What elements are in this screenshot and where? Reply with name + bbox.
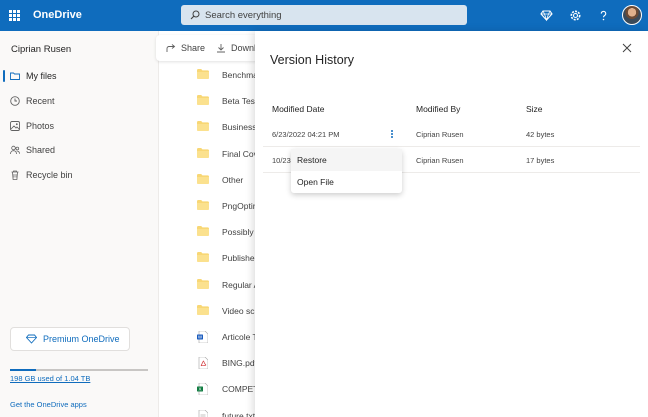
gear-icon[interactable] (569, 9, 582, 22)
premium-button[interactable]: Premium OneDrive (10, 327, 130, 351)
file-name: Video scr (222, 305, 258, 316)
image-icon (10, 121, 20, 131)
download-button[interactable]: Downl (216, 43, 256, 53)
user-name: Ciprian Rusen (11, 44, 72, 55)
people-icon (10, 145, 20, 155)
version-date: 6/23/2022 04:21 PM (272, 130, 340, 139)
search-box[interactable]: Search everything (181, 5, 467, 25)
sidebar-item-my-files[interactable]: My files (0, 66, 158, 86)
sidebar-item-recycle-bin[interactable]: Recycle bin (0, 165, 158, 185)
list-item[interactable]: future.txt (159, 403, 259, 417)
clock-icon (10, 96, 20, 106)
pdf-file-icon (197, 356, 209, 371)
excel-file-icon: X (197, 383, 209, 397)
sidebar-item-label: Recent (26, 96, 55, 106)
brand-title[interactable]: OneDrive (33, 9, 82, 21)
text-file-icon (197, 409, 209, 417)
folder-icon (197, 200, 209, 212)
help-icon[interactable] (597, 9, 610, 22)
file-name: Final Cov (222, 148, 258, 159)
folder-icon (197, 95, 209, 107)
list-item[interactable]: BING.pdf (159, 350, 259, 376)
get-apps-link[interactable]: Get the OneDrive apps (10, 400, 87, 409)
more-options-icon[interactable] (390, 129, 394, 140)
folder-icon (197, 173, 209, 186)
file-name: Beta Test (222, 96, 258, 107)
folder-icon (197, 304, 209, 317)
list-item[interactable]: W Articole T (159, 324, 259, 350)
list-item[interactable]: PngOptin (159, 193, 259, 219)
file-name: Possibly (222, 227, 254, 238)
folder-icon (197, 121, 209, 133)
version-author: Ciprian Rusen (416, 130, 464, 139)
menu-item-open-file[interactable]: Open File (291, 171, 402, 193)
menu-item-restore[interactable]: Restore (291, 149, 402, 171)
share-label: Share (181, 43, 206, 53)
panel-title: Version History (270, 53, 355, 67)
sidebar: Ciprian Rusen My files Recent Photos Sha… (0, 31, 158, 417)
version-date: 10/23 (272, 156, 291, 165)
list-item[interactable]: Possibly (159, 219, 259, 245)
sidebar-item-shared[interactable]: Shared (0, 140, 158, 160)
column-header-modified-by[interactable]: Modified By (416, 104, 460, 114)
storage-meter-fill (10, 369, 36, 371)
folder-icon (197, 252, 209, 264)
list-item[interactable]: Business (159, 114, 259, 140)
share-button[interactable]: Share (166, 43, 205, 53)
close-icon[interactable] (622, 43, 632, 53)
list-item[interactable]: Video scr (159, 298, 259, 324)
folder-icon (197, 147, 209, 160)
version-size: 42 bytes (526, 130, 555, 139)
storage-meter (10, 369, 148, 371)
file-name: Publishe (222, 253, 255, 264)
file-name: Benchma (222, 70, 258, 80)
version-size: 17 bytes (526, 156, 555, 165)
context-menu: Restore Open File (291, 149, 402, 193)
list-item[interactable]: Benchma (159, 62, 259, 88)
app-launcher-icon[interactable] (9, 10, 20, 21)
download-icon (217, 44, 225, 53)
sidebar-item-recent[interactable]: Recent (0, 91, 158, 111)
list-item[interactable]: Other (159, 167, 259, 193)
version-history-panel: Version History Modified Date Modified B… (255, 31, 648, 417)
sidebar-item-label: My files (26, 71, 57, 81)
list-item[interactable]: Beta Test (159, 88, 259, 114)
sidebar-item-label: Photos (26, 121, 55, 131)
storage-link[interactable]: 198 GB used of 1.04 TB (10, 374, 90, 383)
sidebar-item-photos[interactable]: Photos (0, 116, 158, 136)
folder-icon (197, 69, 209, 81)
premium-label: Premium OneDrive (43, 334, 120, 344)
search-input[interactable]: Search everything (205, 10, 282, 21)
folder-icon (197, 278, 209, 291)
version-author: Ciprian Rusen (416, 156, 464, 165)
folder-icon (10, 72, 20, 80)
list-item[interactable]: X COMPETI (159, 376, 261, 402)
column-header-date[interactable]: Modified Date (272, 104, 324, 114)
list-item[interactable]: Regular A (159, 272, 259, 298)
top-bar: OneDrive Search everything (0, 0, 648, 31)
sidebar-item-label: Recycle bin (26, 170, 73, 180)
diamond-icon[interactable] (540, 9, 553, 22)
list-item[interactable]: Final Cov (159, 141, 259, 167)
search-icon (190, 10, 200, 20)
word-file-icon: W (197, 330, 209, 345)
share-icon (166, 44, 176, 52)
file-name: future.txt (222, 410, 256, 417)
diamond-icon (26, 334, 37, 344)
table-row[interactable]: 6/23/2022 04:21 PM Ciprian Rusen 42 byte… (263, 122, 640, 147)
trash-icon (11, 170, 19, 180)
file-name: Regular A (222, 279, 260, 290)
avatar[interactable] (622, 5, 642, 25)
sidebar-item-label: Shared (26, 145, 56, 155)
file-name: PngOptin (222, 201, 258, 211)
file-name: Other (222, 174, 244, 185)
file-name: BING.pdf (222, 358, 257, 369)
list-item[interactable]: Publishe (159, 245, 259, 271)
svg-text:X: X (198, 387, 201, 392)
file-name: Business (222, 122, 257, 133)
file-name: Articole T (222, 332, 258, 342)
download-label: Downl (231, 43, 257, 53)
column-header-size[interactable]: Size (526, 104, 543, 114)
folder-icon (197, 226, 209, 238)
